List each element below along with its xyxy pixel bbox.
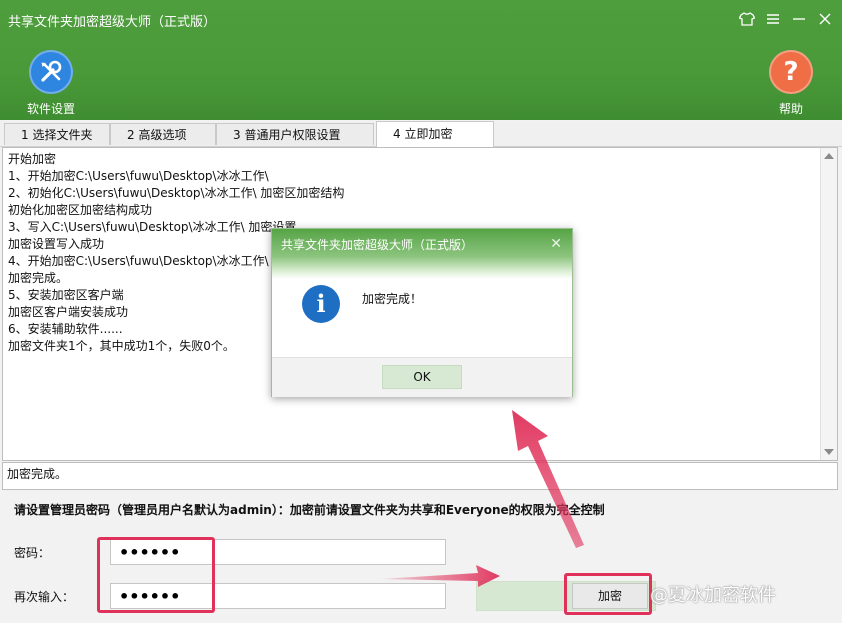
status-text: 加密完成。 — [2, 462, 838, 490]
dialog-title: 共享文件夹加密超级大师（正式版） — [281, 238, 474, 252]
confirm-password-label: 再次输入： — [14, 590, 75, 604]
log-line: 开始加密 — [8, 152, 57, 166]
completion-dialog: 共享文件夹加密超级大师（正式版） ✕ i 加密完成！ OK — [271, 228, 573, 397]
dialog-footer: OK — [272, 357, 572, 397]
help-label: 帮助 — [778, 102, 803, 116]
password-instructions: 请设置管理员密码（管理员用户名默认为admin）：加密前请设置文件夹为共享和Ev… — [14, 503, 605, 517]
tab-user-permissions[interactable]: 3 普通用户权限设置 — [216, 123, 374, 145]
tab-advanced-options[interactable]: 2 高级选项 — [110, 123, 216, 145]
minimize-icon[interactable] — [788, 8, 810, 30]
wrench-screwdriver-icon — [29, 50, 73, 94]
tab-select-folder[interactable]: 1 选择文件夹 — [4, 123, 110, 145]
window-controls — [736, 8, 836, 30]
question-icon: ? — [769, 50, 813, 94]
password-highlight-box — [97, 537, 215, 613]
tab-bar: 1 选择文件夹 2 高级选项 3 普通用户权限设置 4 立即加密 — [0, 121, 842, 147]
dialog-message: 加密完成！ — [362, 292, 423, 306]
dialog-close-icon[interactable]: ✕ — [550, 236, 562, 252]
log-line: 2、初始化C:\Users\fuwu\Desktop\冰冰工作\ 加密区加密结构 — [8, 186, 345, 200]
log-line: 1、开始加密C:\Users\fuwu\Desktop\冰冰工作\ — [8, 169, 269, 183]
scroll-up-icon[interactable] — [824, 153, 834, 159]
encrypt-highlight-box — [564, 573, 652, 615]
info-icon: i — [302, 285, 340, 323]
log-scrollbar[interactable] — [820, 148, 837, 460]
settings-button[interactable]: 软件设置 — [22, 50, 80, 117]
ok-button[interactable]: OK — [382, 365, 462, 389]
settings-label: 软件设置 — [26, 102, 75, 116]
password-label: 密码： — [14, 546, 51, 560]
close-icon[interactable] — [814, 8, 836, 30]
app-title: 共享文件夹加密超级大师（正式版） — [8, 15, 217, 30]
menu-icon[interactable] — [762, 8, 784, 30]
help-button[interactable]: ? 帮助 — [764, 50, 818, 117]
log-line: 初始化加密区加密结构成功 — [8, 203, 153, 217]
scroll-down-icon[interactable] — [824, 449, 834, 455]
skin-icon[interactable] — [736, 8, 758, 30]
tab-encrypt-now[interactable]: 4 立即加密 — [376, 121, 494, 147]
app-header: 共享文件夹加密超级大师（正式版） 软件设置 ? 帮助 — [0, 0, 842, 120]
password-form: 请设置管理员密码（管理员用户名默认为admin）：加密前请设置文件夹为共享和Ev… — [0, 491, 842, 623]
watermark: @夏冰加密软件 — [650, 585, 776, 606]
